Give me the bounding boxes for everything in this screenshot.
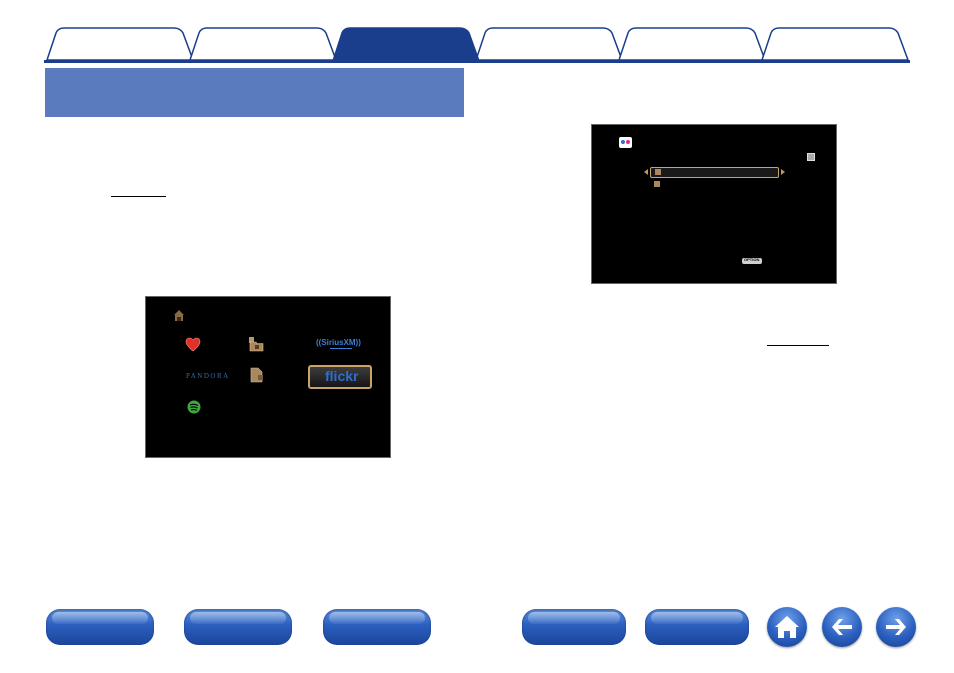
section-header-bar: [45, 68, 464, 117]
folder-icon: [654, 181, 660, 187]
tab-5[interactable]: [618, 27, 766, 61]
options-button[interactable]: OPTION: [742, 257, 762, 264]
back-arrow-icon: [832, 619, 852, 635]
top-tab-bar: [0, 0, 954, 64]
tab-2[interactable]: [189, 27, 337, 61]
nav-button-3[interactable]: [323, 609, 431, 645]
tab-1[interactable]: [46, 27, 194, 61]
menu-screen: ((SiriusXM)) PANDORA flickr: [145, 296, 391, 458]
forward-button[interactable]: [876, 607, 916, 647]
flickr-small-icon: [619, 137, 632, 148]
tab-6[interactable]: [761, 27, 909, 61]
siriusxm-logo[interactable]: ((SiriusXM)): [316, 338, 368, 352]
list-item-selected[interactable]: [650, 167, 779, 178]
scroll-left-arrow-icon[interactable]: [644, 169, 648, 175]
home-icon: [775, 616, 799, 638]
link-underline-right[interactable]: [767, 345, 829, 346]
nav-button-4[interactable]: [522, 609, 626, 645]
siriusxm-logo-text: ((SiriusXM)): [316, 338, 361, 347]
flickr-tile-selected[interactable]: flickr: [308, 365, 372, 389]
scroll-right-arrow-icon[interactable]: [781, 169, 785, 175]
home-icon: [174, 310, 184, 321]
tab-underline: [44, 60, 910, 63]
usb-folder-icon[interactable]: [249, 367, 265, 383]
status-square-icon: [807, 153, 815, 161]
tab-4[interactable]: [475, 27, 623, 61]
flickr-logo: flickr: [325, 368, 359, 384]
favorites-heart-icon[interactable]: [185, 337, 201, 352]
folder-icon: [655, 169, 661, 175]
nav-button-5[interactable]: [645, 609, 749, 645]
media-server-folder-icon[interactable]: [248, 336, 264, 352]
nav-button-1[interactable]: [46, 609, 154, 645]
tab-3-active[interactable]: [332, 27, 480, 61]
back-button[interactable]: [822, 607, 862, 647]
nav-button-2[interactable]: [184, 609, 292, 645]
spotify-logo[interactable]: [187, 400, 201, 414]
forward-arrow-icon: [886, 619, 906, 635]
options-button-label: OPTION: [744, 257, 760, 262]
home-button[interactable]: [767, 607, 807, 647]
flickr-browse-screen: OPTION: [591, 124, 837, 284]
list-item[interactable]: [654, 181, 764, 187]
link-underline-left[interactable]: [111, 196, 166, 197]
pandora-logo[interactable]: PANDORA: [186, 372, 230, 380]
